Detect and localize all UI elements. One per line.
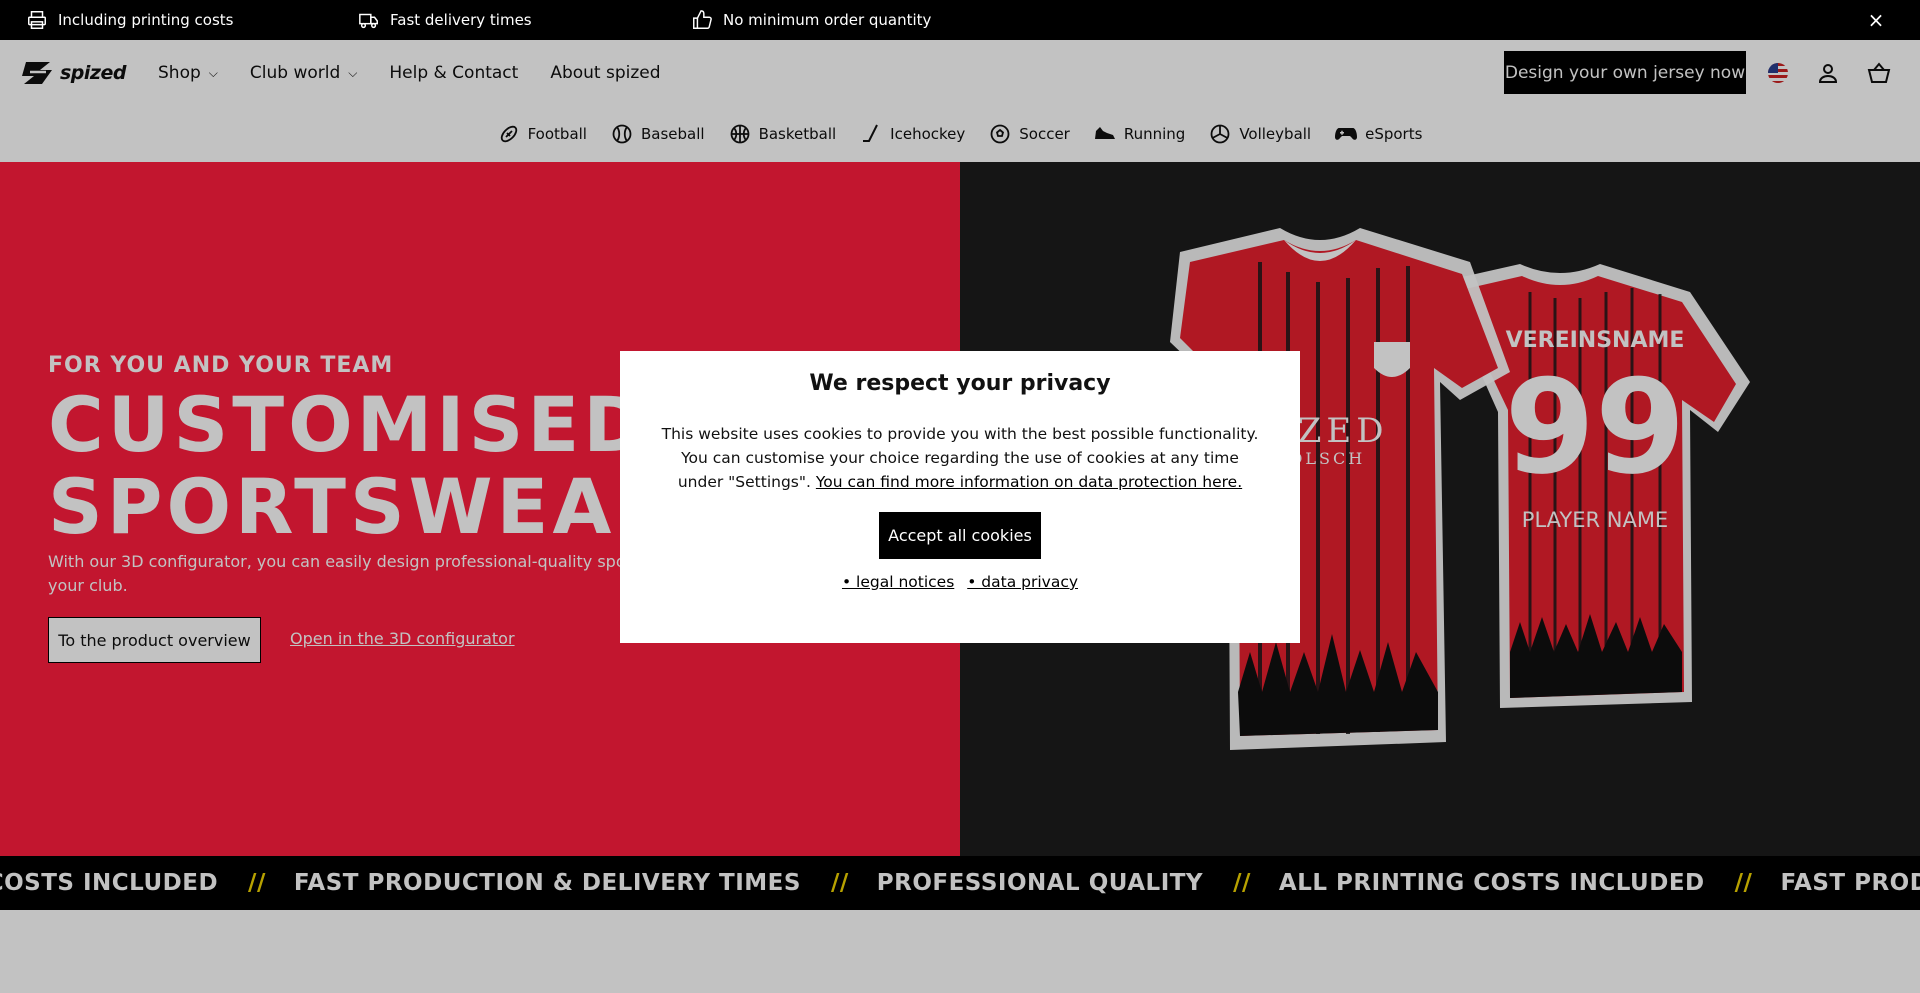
cookie-modal-title: We respect your privacy bbox=[809, 371, 1111, 396]
legal-notices-link[interactable]: • legal notices bbox=[842, 573, 954, 591]
usp-delivery-label: Fast delivery times bbox=[390, 11, 532, 29]
top-info-bar: Including printing costs Fast delivery t… bbox=[0, 0, 1920, 40]
cookie-modal-links: • legal notices • data privacy bbox=[620, 573, 1300, 591]
thumbs-up-icon bbox=[693, 10, 712, 29]
usp-printing: Including printing costs bbox=[26, 0, 233, 40]
delivery-truck-icon bbox=[359, 13, 378, 29]
printer-icon bbox=[28, 11, 46, 29]
usp-order-quantity: No minimum order quantity bbox=[691, 0, 931, 40]
usp-delivery: Fast delivery times bbox=[358, 0, 532, 40]
data-privacy-link[interactable]: • data privacy bbox=[967, 573, 1078, 591]
cookie-modal-text: This website uses cookies to provide you… bbox=[660, 422, 1260, 494]
usp-order-quantity-label: No minimum order quantity bbox=[723, 11, 932, 29]
usp-printing-label: Including printing costs bbox=[58, 11, 234, 29]
accept-all-cookies-button[interactable]: Accept all cookies bbox=[879, 512, 1041, 559]
cookie-consent-modal: We respect your privacy This website use… bbox=[620, 351, 1300, 643]
close-icon[interactable]: × bbox=[1866, 10, 1886, 30]
data-protection-info-link[interactable]: You can find more information on data pr… bbox=[816, 473, 1242, 491]
